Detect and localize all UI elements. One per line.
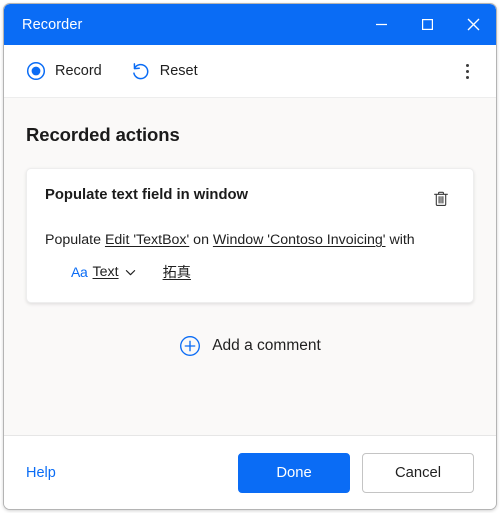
trash-icon: [434, 191, 448, 206]
title-bar: Recorder: [4, 4, 496, 45]
done-button[interactable]: Done: [238, 452, 350, 493]
delete-action-button[interactable]: [427, 185, 455, 213]
add-comment-row: Add a comment: [4, 329, 496, 363]
action-card: Populate text field in window Populate E…: [26, 168, 474, 303]
parameter-value[interactable]: 拓真: [163, 262, 191, 282]
minimize-icon: [375, 23, 387, 26]
help-link[interactable]: Help: [26, 465, 56, 481]
page-title: Recorded actions: [26, 124, 180, 145]
action-description: Populate Edit 'TextBox' on Window 'Conto…: [45, 230, 455, 250]
record-icon: [26, 61, 46, 81]
record-button[interactable]: Record: [20, 56, 112, 86]
maximize-icon: [421, 19, 433, 31]
desc-suffix: with: [385, 232, 415, 248]
reset-button[interactable]: Reset: [124, 56, 208, 87]
plus-circle-icon: [180, 336, 201, 356]
close-button[interactable]: [450, 4, 496, 45]
window-title: Recorder: [22, 16, 83, 33]
parameter-selector[interactable]: Aa Text: [67, 262, 141, 282]
desc-target-link[interactable]: Edit 'TextBox': [105, 232, 189, 248]
action-title: Populate text field in window: [45, 187, 249, 203]
parameter-row: Aa Text 拓真: [45, 262, 455, 282]
kebab-dot-icon: [465, 69, 469, 73]
content-area: Recorded actions Populate text field in …: [4, 98, 496, 435]
maximize-button[interactable]: [404, 4, 450, 45]
text-type-icon: Aa: [71, 264, 88, 280]
toolbar: Record Reset: [4, 45, 496, 98]
kebab-dot-icon: [465, 63, 469, 67]
recorder-window: Recorder Record Reset Recorded actions P…: [3, 3, 497, 510]
desc-prefix: Populate: [45, 232, 105, 248]
window-controls: [358, 4, 496, 45]
desc-middle: on: [189, 232, 213, 248]
add-comment-button[interactable]: Add a comment: [167, 329, 333, 363]
action-card-header: Populate text field in window: [45, 185, 455, 213]
close-icon: [467, 18, 479, 31]
parameter-name: Text: [92, 264, 119, 280]
record-label: Record: [55, 63, 102, 79]
footer-bar: Help Done Cancel: [4, 435, 496, 509]
minimize-button[interactable]: [358, 4, 404, 45]
chevron-down-icon: [125, 269, 135, 275]
kebab-dot-icon: [465, 75, 469, 79]
add-comment-label: Add a comment: [212, 337, 321, 354]
desc-window-link[interactable]: Window 'Contoso Invoicing': [213, 232, 386, 248]
reset-icon: [132, 62, 149, 79]
cancel-button[interactable]: Cancel: [362, 452, 474, 493]
more-options-button[interactable]: [452, 56, 482, 86]
reset-label: Reset: [159, 63, 198, 79]
